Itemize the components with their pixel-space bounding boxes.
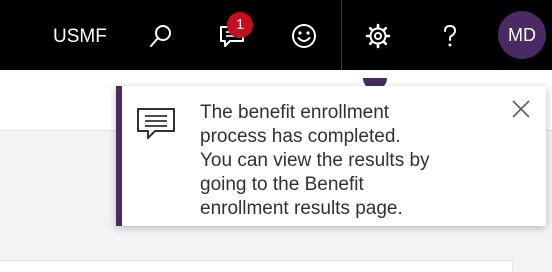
message-icon: [137, 108, 175, 139]
search-button[interactable]: [141, 16, 181, 56]
user-avatar[interactable]: MD: [498, 11, 546, 59]
help-button[interactable]: [430, 16, 470, 56]
search-icon: [150, 25, 171, 47]
feedback-button[interactable]: [284, 16, 324, 56]
smiley-icon: [292, 24, 316, 48]
header-divider: [341, 0, 342, 70]
content-card: [0, 260, 513, 272]
question-icon: [444, 24, 457, 47]
top-navigation-bar: USMF 1 MD: [0, 0, 552, 70]
close-icon: [512, 100, 530, 118]
notification-count-badge: 1: [227, 12, 253, 38]
toast-accent-bar: [116, 86, 122, 226]
gear-icon: [365, 23, 391, 49]
settings-button[interactable]: [358, 16, 398, 56]
toast-close-button[interactable]: [508, 96, 534, 122]
notification-toast: The benefit enrollment process has compl…: [116, 86, 546, 226]
company-selector[interactable]: USMF: [53, 24, 107, 50]
toast-message: The benefit enrollment process has compl…: [200, 102, 430, 219]
